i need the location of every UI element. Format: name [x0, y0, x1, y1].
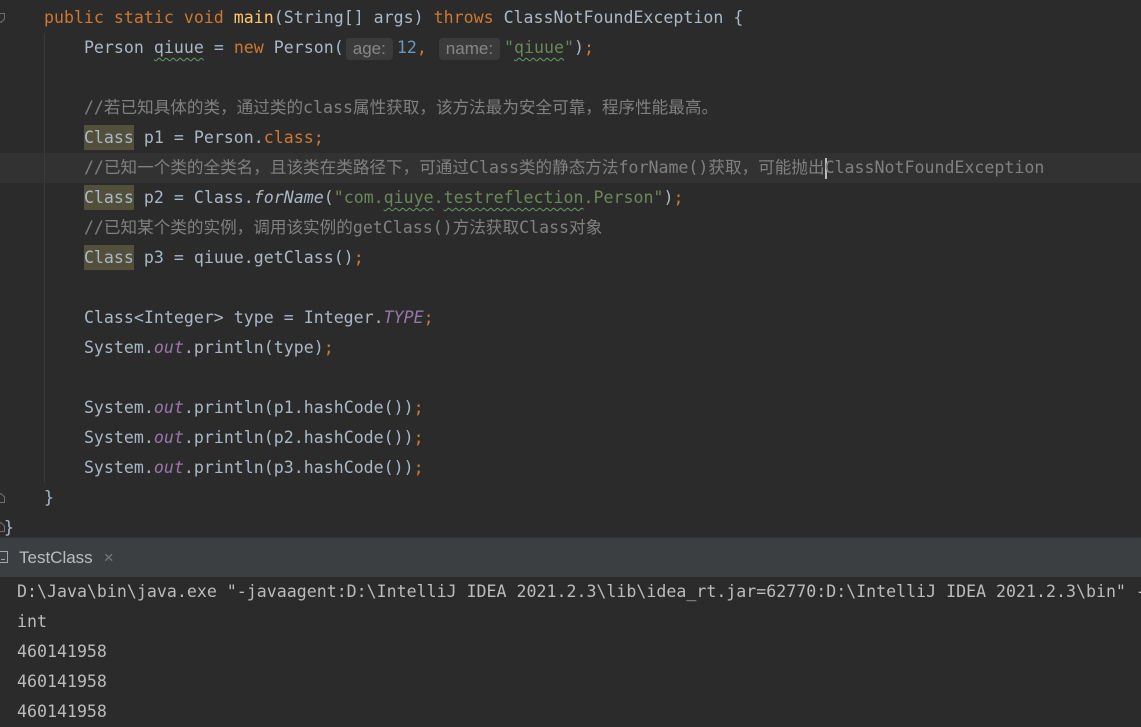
method-name: main [233, 8, 274, 27]
close-icon[interactable]: × [104, 548, 114, 567]
code-keyword: , [416, 38, 437, 57]
code-keyword: public static void [43, 8, 234, 27]
current-code-line[interactable]: //已知一个类的全类名，且该类在类路径下，可通过Class类的静态方法forNa… [0, 153, 1141, 183]
indent-guide [44, 33, 45, 483]
console-line: 460141958 [17, 642, 107, 661]
fold-end-icon[interactable] [0, 492, 6, 504]
string-literal: " [564, 38, 574, 57]
static-field: out [153, 428, 184, 447]
string-literal-typo: testreflection [443, 188, 584, 207]
raw-type-warning: Class [83, 125, 134, 150]
static-field: TYPE [383, 308, 424, 327]
code-line[interactable]: //已知某个类的实例，调用该实例的getClass()方法获取Class对象 [0, 213, 1141, 243]
code-line[interactable]: System.out.println(p2.hashCode()); [0, 423, 1141, 453]
code-text: p2 = Class. [133, 188, 254, 207]
code-line[interactable]: //若已知具体的类，通过类的class属性获取，该方法最为安全可靠，程序性能最高… [0, 93, 1141, 123]
code-line[interactable]: System.out.println(p1.hashCode()); [0, 393, 1141, 423]
code-comment: //已知某个类的实例，调用该实例的getClass()方法获取Class对象 [83, 218, 603, 237]
code-text: ( [323, 188, 334, 207]
tab-testclass[interactable]: TestClass × [19, 538, 114, 577]
console-output[interactable]: D:\Java\bin\java.exe "-javaagent:D:\Inte… [0, 577, 1141, 727]
string-literal: "com. [333, 188, 384, 207]
string-literal: .Person" [583, 188, 664, 207]
static-field: out [153, 458, 184, 477]
code-text: ClassNotFoundException { [493, 8, 744, 27]
code-text: p1 = Person. [133, 128, 264, 147]
code-keyword: new [233, 38, 264, 57]
string-literal: . [433, 188, 444, 207]
string-literal: " [504, 38, 515, 57]
tab-label: TestClass [19, 548, 93, 567]
code-keyword: ; [423, 308, 434, 327]
console-line: D:\Java\bin\java.exe "-javaagent:D:\Inte… [17, 582, 1141, 601]
code-keyword: ; [673, 188, 684, 207]
code-line[interactable]: Class p3 = qiuue.getClass(); [0, 243, 1141, 273]
code-text: (String[] args) [273, 8, 434, 27]
fold-end-icon[interactable] [0, 521, 6, 533]
code-line[interactable] [0, 363, 1141, 393]
code-line[interactable] [0, 63, 1141, 93]
code-comment: //已知一个类的全类名，且该类在类路径下，可通过Class类的静态方法forNa… [83, 158, 825, 177]
code-comment: //若已知具体的类，通过类的class属性获取，该方法最为安全可靠，程序性能最高… [83, 98, 719, 117]
code-text: System. [83, 398, 154, 417]
code-text: Person( [263, 38, 344, 57]
code-line[interactable]: Class<Integer> type = Integer.TYPE; [0, 303, 1141, 333]
code-text: .println(p1.hashCode()) [183, 398, 414, 417]
code-line[interactable]: } [0, 483, 1141, 513]
console-line: 460141958 [17, 672, 107, 691]
code-line[interactable]: Class p1 = Person.class; [0, 123, 1141, 153]
code-keyword: ; [413, 398, 424, 417]
code-text: ) [663, 188, 674, 207]
static-field: out [153, 338, 184, 357]
code-text: .println(type) [183, 338, 324, 357]
console-line: int [17, 612, 47, 631]
run-tool-window-tabs: TestClass × [0, 537, 1141, 577]
code-line[interactable]: Person qiuue = new Person(age: 12, name: "… [0, 33, 1141, 63]
code-line[interactable]: System.out.println(type); [0, 333, 1141, 363]
static-method-call: forName [253, 188, 324, 207]
code-text: } [43, 488, 54, 507]
console-icon [0, 549, 9, 565]
code-text: ) [574, 38, 584, 57]
code-keyword: ; [353, 248, 364, 267]
code-line[interactable]: Class p2 = Class.forName("com.qiuye.test… [0, 183, 1141, 213]
code-keyword: ; [584, 38, 594, 57]
identifier-typo: qiuue [153, 38, 204, 57]
number-literal: 12 [396, 38, 417, 57]
parameter-hint: name: [438, 37, 501, 60]
string-literal-typo: qiuue [514, 38, 564, 57]
code-line[interactable]: System.out.println(p3.hashCode()); [0, 453, 1141, 483]
code-text: Person [83, 38, 154, 57]
code-editor[interactable]: public static void main(String[] args) t… [0, 0, 1141, 537]
raw-type-warning: Class [83, 245, 134, 270]
raw-type-warning: Class [83, 185, 134, 210]
string-literal-typo: qiuye [383, 188, 434, 207]
fold-start-icon[interactable] [0, 12, 6, 24]
console-line: 460141958 [17, 702, 107, 721]
code-keyword: ; [323, 338, 334, 357]
code-comment: ClassNotFoundException [824, 158, 1045, 177]
code-keyword: throws [433, 8, 494, 27]
code-text: System. [83, 458, 154, 477]
code-text: System. [83, 428, 154, 447]
code-text: .println(p2.hashCode()) [183, 428, 414, 447]
code-keyword: ; [413, 458, 424, 477]
code-keyword: class; [263, 128, 324, 147]
code-line[interactable] [0, 273, 1141, 303]
static-field: out [153, 398, 184, 417]
code-line[interactable]: public static void main(String[] args) t… [0, 3, 1141, 33]
code-area[interactable]: public static void main(String[] args) t… [0, 3, 1141, 537]
code-text: System. [83, 338, 154, 357]
code-keyword: ; [413, 428, 424, 447]
parameter-hint: age: [345, 37, 393, 60]
code-line[interactable]: } [0, 513, 1141, 537]
code-text: = [203, 38, 234, 57]
code-text: p3 = qiuue.getClass() [133, 248, 354, 267]
code-text: Class<Integer> type = Integer. [83, 308, 384, 327]
code-text: .println(p3.hashCode()) [183, 458, 414, 477]
